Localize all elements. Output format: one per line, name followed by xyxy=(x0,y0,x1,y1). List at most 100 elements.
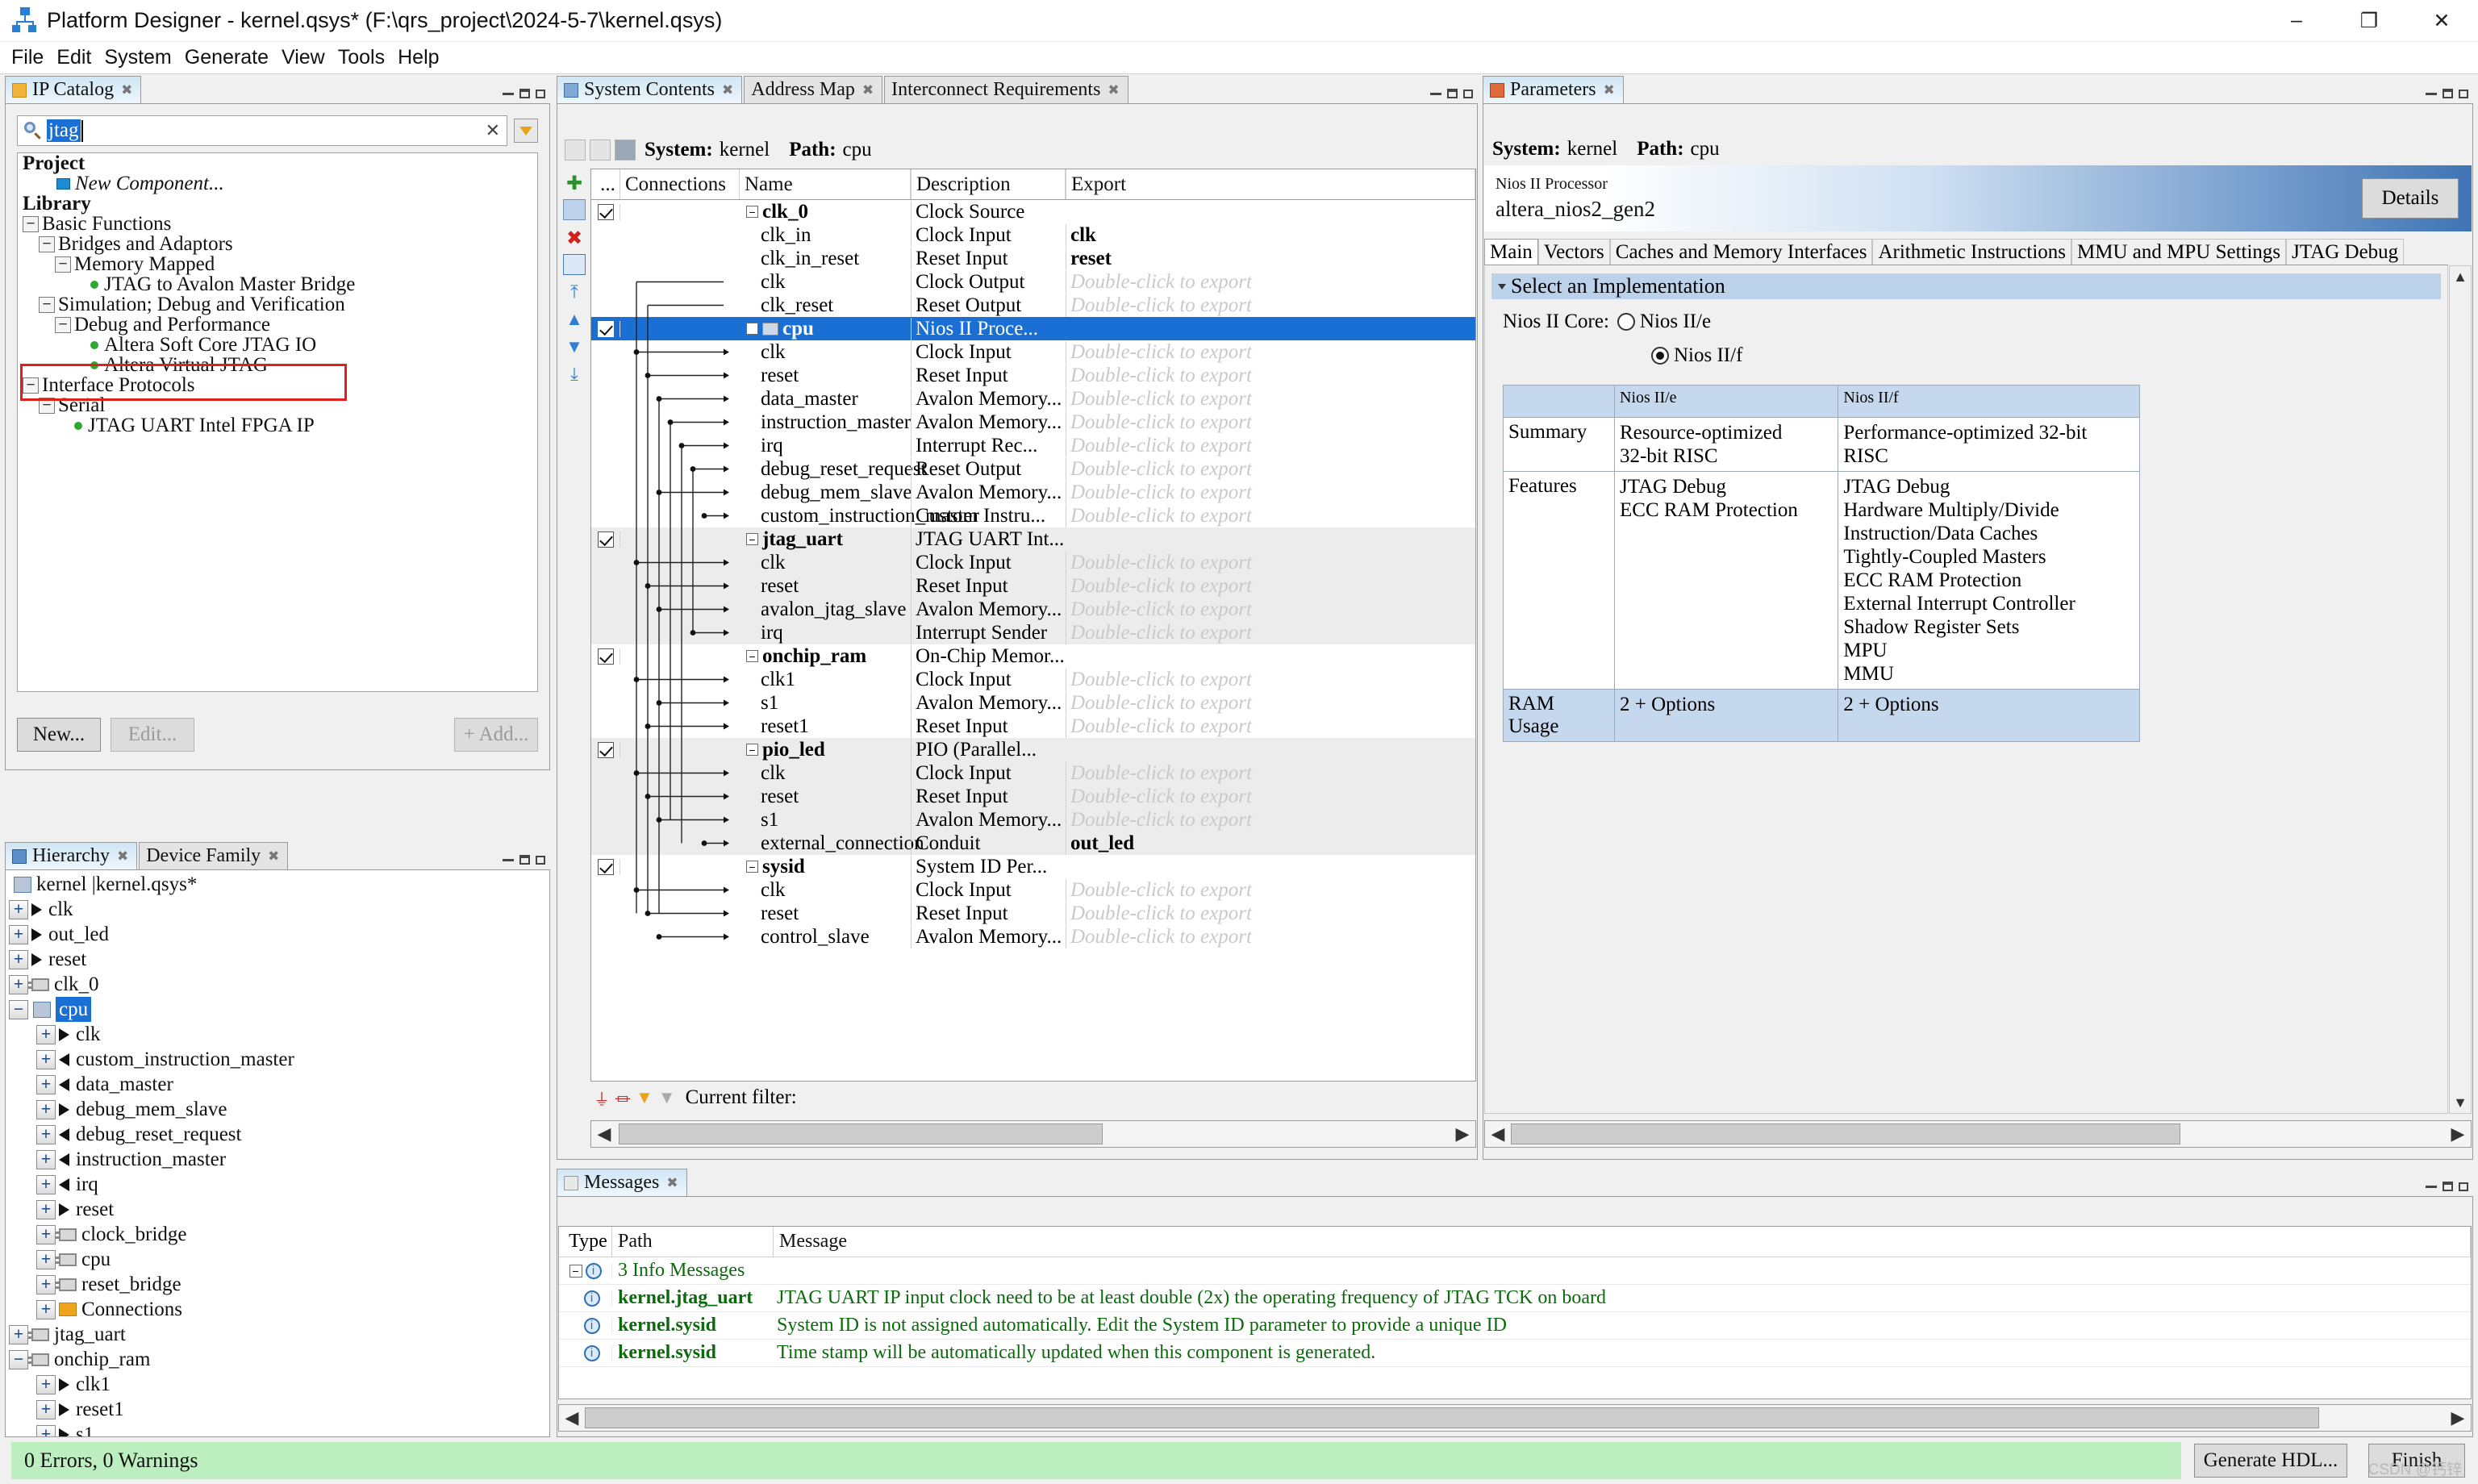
table-row[interactable]: clk Clock Input Double-click to export xyxy=(591,340,1475,364)
tab-system-contents[interactable]: System Contents ✖ xyxy=(557,76,743,103)
export-cell[interactable]: reset xyxy=(1066,247,1475,270)
hierarchy-item[interactable]: + irq xyxy=(6,1172,549,1197)
scroll-left-icon[interactable]: ◀ xyxy=(591,1121,617,1147)
add-icon[interactable]: ✚ xyxy=(563,172,586,194)
radio-nios-ii-f[interactable] xyxy=(1651,347,1669,365)
hierarchy-item[interactable]: + s1 xyxy=(6,1422,549,1436)
table-row[interactable]: clk Clock Input Double-click to export xyxy=(591,878,1475,902)
collapse-icon[interactable]: − xyxy=(23,215,39,232)
ip-tree-item[interactable]: JTAG UART Intel FPGA IP xyxy=(18,415,537,436)
system-contents-hscrollbar[interactable]: ◀ ▶ xyxy=(590,1120,1476,1148)
parameter-tab-arithmetic-instructions[interactable]: Arithmetic Instructions xyxy=(1872,239,2072,265)
funnel-icon[interactable]: ▼ xyxy=(636,1087,653,1108)
use-checkbox[interactable] xyxy=(597,741,614,758)
tab-parameters[interactable]: Parameters ✖ xyxy=(1483,76,1624,103)
collapse-icon[interactable]: − xyxy=(55,316,71,333)
collapse-icon[interactable]: − xyxy=(746,533,758,545)
hierarchy-item[interactable]: + reset_bridge xyxy=(6,1272,549,1297)
tab-messages[interactable]: Messages ✖ xyxy=(557,1169,687,1196)
export-cell[interactable]: Double-click to export xyxy=(1066,481,1475,504)
table-row[interactable]: irq Interrupt Rec... Double-click to expor… xyxy=(591,434,1475,457)
ip-tree-item[interactable]: Altera Soft Core JTAG IO xyxy=(18,335,537,355)
table-row[interactable]: reset Reset Input Double-click to export xyxy=(591,902,1475,925)
clear-search-icon[interactable]: ✕ xyxy=(486,120,507,141)
maximize-button[interactable]: ❐ xyxy=(2333,0,2405,42)
close-icon[interactable]: ✖ xyxy=(862,82,874,98)
scrollbar-thumb[interactable] xyxy=(619,1123,1103,1144)
close-icon[interactable]: ✖ xyxy=(666,1175,678,1191)
ip-tree-item[interactable]: − Memory Mapped xyxy=(18,254,537,274)
hierarchy-item[interactable]: + jtag_uart xyxy=(6,1322,549,1347)
hierarchy-item[interactable]: + debug_reset_request xyxy=(6,1122,549,1147)
close-icon[interactable]: ✖ xyxy=(1604,82,1615,98)
system-view-icon[interactable] xyxy=(615,140,636,160)
table-row[interactable]: s1 Avalon Memory... Double-click to export xyxy=(591,691,1475,715)
table-row[interactable]: reset1 Reset Input Double-click to export xyxy=(591,715,1475,738)
system-contents-table[interactable]: ... Connections Name Description Export … xyxy=(590,169,1476,1082)
expand-icon[interactable]: + xyxy=(36,1424,56,1436)
ip-tree-item[interactable]: New Component... xyxy=(18,173,537,194)
details-button[interactable]: Details xyxy=(2362,178,2459,219)
ip-tree-item[interactable]: Project xyxy=(18,153,537,173)
collapse-icon[interactable]: − xyxy=(23,377,39,394)
table-row[interactable]: custom_instruction_master Custom Instru..… xyxy=(591,504,1475,527)
hierarchy-item[interactable]: + custom_instruction_master xyxy=(6,1047,549,1072)
restore-panel-icon[interactable] xyxy=(2459,1182,2468,1191)
table-row[interactable]: avalon_jtag_slave Avalon Memory... Double-… xyxy=(591,598,1475,621)
table-row[interactable]: − clk_0 Clock Source xyxy=(591,200,1475,223)
export-cell[interactable]: Double-click to export xyxy=(1066,598,1475,621)
ip-catalog-tree[interactable]: Project New Component... Library − Basic Fun… xyxy=(17,152,538,692)
move-down-icon[interactable]: ▼ xyxy=(563,336,586,357)
minimize-panel-icon[interactable] xyxy=(1430,92,1441,95)
message-row[interactable]: i kernel.sysid System ID is not assigned a… xyxy=(559,1312,2471,1340)
messages-hscrollbar[interactable]: ◀ ▶ xyxy=(558,1404,2472,1432)
menu-item-help[interactable]: Help xyxy=(398,46,439,69)
maximize-panel-icon[interactable] xyxy=(519,855,530,865)
ip-tree-item[interactable]: JTAG to Avalon Master Bridge xyxy=(18,274,537,294)
close-icon[interactable]: ✖ xyxy=(268,848,279,865)
parameters-vscrollbar[interactable]: ▲ ▼ xyxy=(2449,265,2472,1114)
expand-icon[interactable]: + xyxy=(9,974,28,994)
expand-icon[interactable]: + xyxy=(36,1174,56,1194)
collapse-icon[interactable]: − xyxy=(569,1264,582,1278)
expand-icon[interactable]: + xyxy=(9,924,28,944)
scrollbar-thumb[interactable] xyxy=(1511,1123,2180,1144)
export-cell[interactable]: Double-click to export xyxy=(1066,925,1475,948)
collapse-icon[interactable]: − xyxy=(746,323,758,335)
hierarchy-item[interactable]: − onchip_ram xyxy=(6,1347,549,1372)
expand-icon[interactable]: + xyxy=(36,1374,56,1394)
table-row[interactable]: clk Clock Input Double-click to export xyxy=(591,551,1475,574)
export-cell[interactable]: Double-click to export xyxy=(1066,551,1475,574)
export-cell[interactable]: clk xyxy=(1066,223,1475,247)
close-icon[interactable]: ✖ xyxy=(722,82,733,98)
expand-icon[interactable]: + xyxy=(9,1324,28,1344)
table-row[interactable]: clk1 Clock Input Double-click to export xyxy=(591,668,1475,691)
hierarchy-item[interactable]: − cpu xyxy=(6,997,549,1022)
export-cell[interactable]: Double-click to export xyxy=(1066,434,1475,457)
expand-icon[interactable]: + xyxy=(36,1149,56,1169)
move-bottom-icon[interactable]: ⤓ xyxy=(563,364,586,385)
export-cell[interactable]: Double-click to export xyxy=(1066,340,1475,364)
parameter-tab-mmu-and-mpu-settings[interactable]: MMU and MPU Settings xyxy=(2071,239,2287,265)
use-checkbox[interactable] xyxy=(597,531,614,548)
hierarchy-item[interactable]: + data_master xyxy=(6,1072,549,1097)
ip-tree-item[interactable]: − Serial xyxy=(18,395,537,415)
add-button[interactable]: + Add... xyxy=(454,718,538,752)
expand-icon[interactable]: + xyxy=(36,1274,56,1294)
hierarchy-item[interactable]: + Connections xyxy=(6,1297,549,1322)
ip-tree-item[interactable]: − Bridges and Adaptors xyxy=(18,234,537,254)
minimize-panel-icon[interactable] xyxy=(503,92,514,95)
table-row[interactable]: data_master Avalon Memory... Double-click … xyxy=(591,387,1475,411)
maximize-panel-icon[interactable] xyxy=(2443,1182,2453,1191)
table-row[interactable]: clk Clock Output Double-click to export xyxy=(591,270,1475,294)
scroll-right-icon[interactable]: ▶ xyxy=(1450,1121,1475,1147)
use-checkbox[interactable] xyxy=(597,648,614,665)
table-row[interactable]: clk_reset Reset Output Double-click to exp… xyxy=(591,294,1475,317)
expand-icon[interactable]: + xyxy=(9,899,28,919)
maximize-panel-icon[interactable] xyxy=(2443,89,2453,98)
export-cell[interactable]: Double-click to export xyxy=(1066,668,1475,691)
export-cell[interactable]: Double-click to export xyxy=(1066,457,1475,481)
table-row[interactable]: reset Reset Input Double-click to export xyxy=(591,785,1475,808)
ip-tree-item[interactable]: − Interface Protocols xyxy=(18,375,537,395)
ip-tree-item[interactable]: Library xyxy=(18,194,537,214)
